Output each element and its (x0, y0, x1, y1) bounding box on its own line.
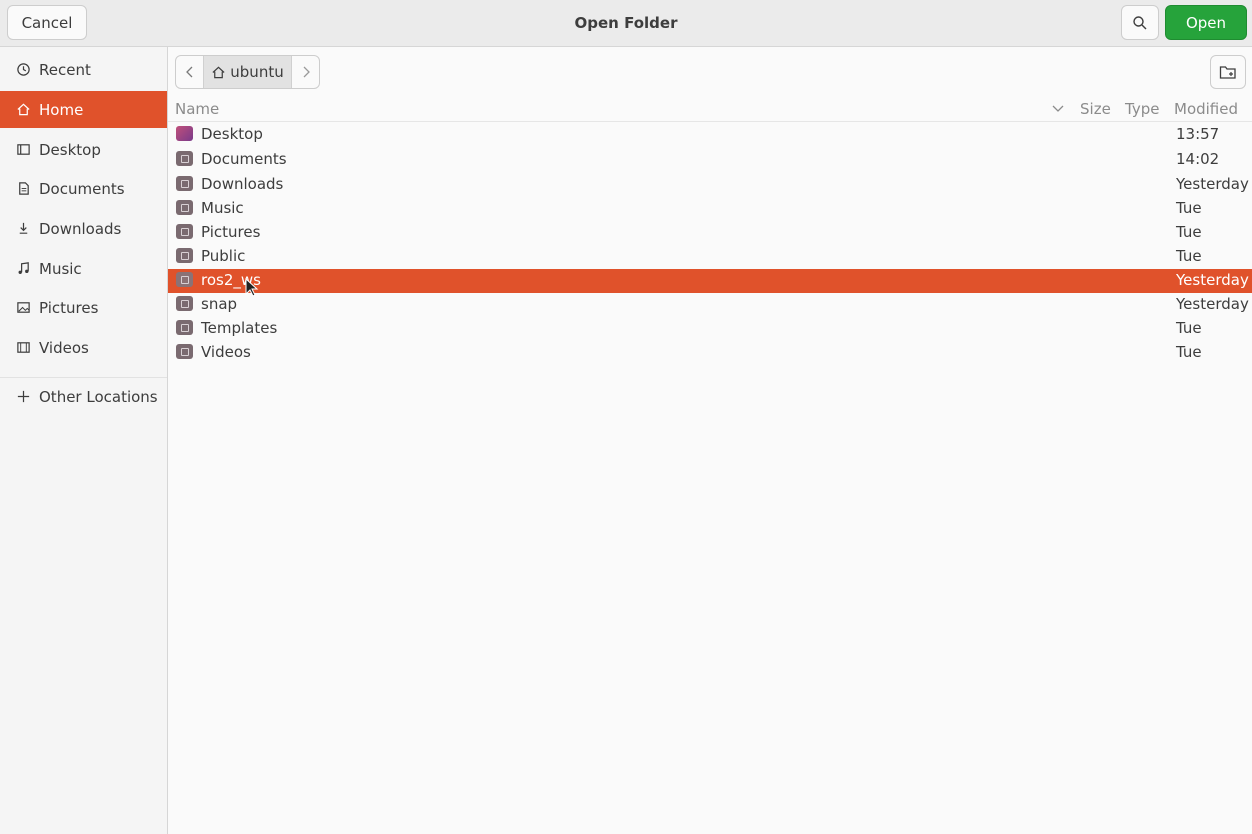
new-folder-button[interactable] (1210, 55, 1246, 89)
file-modified: 14:02 (1176, 150, 1220, 168)
chevron-left-icon (185, 66, 192, 78)
sidebar-item-downloads[interactable]: Downloads (0, 210, 167, 247)
file-name: snap (201, 295, 238, 313)
file-row-downloads[interactable]: Downloads Yesterday (168, 173, 1252, 197)
folder-downloads-icon (176, 176, 193, 191)
header-bar: Cancel Open Folder Open (0, 0, 1252, 47)
folder-icon (176, 272, 193, 287)
file-row-pictures[interactable]: Pictures Tue (168, 221, 1252, 245)
file-name: Templates (201, 319, 278, 337)
file-modified: Tue (1176, 199, 1202, 217)
sidebar-item-home[interactable]: Home (0, 91, 167, 128)
folder-desktop-icon (176, 126, 193, 141)
file-name: Documents (201, 150, 287, 168)
sidebar-item-label: Videos (39, 338, 89, 357)
sidebar: Recent Home Desktop Documents Downloads … (0, 47, 168, 834)
folder-documents-icon (176, 151, 193, 166)
file-name: Videos (201, 343, 251, 361)
sidebar-item-label: Music (39, 259, 82, 278)
file-name: Downloads (201, 175, 284, 193)
file-modified: Yesterday (1176, 295, 1249, 313)
folder-videos-icon (176, 344, 193, 359)
file-modified: 13:57 (1176, 125, 1220, 143)
file-modified: Yesterday (1176, 271, 1249, 289)
file-row-videos[interactable]: Videos Tue (168, 341, 1252, 365)
sidebar-item-label: Home (39, 100, 84, 119)
sidebar-item-documents[interactable]: Documents (0, 170, 167, 207)
cancel-button[interactable]: Cancel (7, 5, 87, 40)
file-modified: Yesterday (1176, 175, 1249, 193)
folder-templates-icon (176, 320, 193, 335)
file-name: Music (201, 199, 244, 217)
music-icon (14, 260, 32, 278)
home-icon (14, 101, 32, 119)
file-row-templates[interactable]: Templates Tue (168, 317, 1252, 341)
file-row-documents[interactable]: Documents 14:02 (168, 148, 1252, 172)
desktop-icon (14, 141, 32, 159)
plus-icon (14, 388, 32, 406)
picture-icon (14, 299, 32, 317)
file-list-header: Name Size Type Modified (168, 97, 1252, 122)
sidebar-item-videos[interactable]: Videos (0, 329, 167, 366)
folder-music-icon (176, 200, 193, 215)
file-name: Pictures (201, 223, 261, 241)
download-icon (14, 220, 32, 238)
file-row-music[interactable]: Music Tue (168, 197, 1252, 221)
column-modified[interactable]: Modified (1174, 100, 1238, 118)
sidebar-item-desktop[interactable]: Desktop (0, 131, 167, 168)
folder-public-icon (176, 248, 193, 263)
new-folder-icon (1219, 66, 1236, 79)
clock-icon (14, 61, 32, 79)
file-name: Public (201, 247, 246, 265)
file-modified: Tue (1176, 319, 1202, 337)
sidebar-item-label: Downloads (39, 219, 122, 238)
path-forward-button[interactable] (292, 56, 319, 88)
home-icon (212, 66, 225, 78)
chevron-right-icon (303, 66, 310, 78)
sidebar-item-label: Pictures (39, 298, 99, 317)
sidebar-item-label: Recent (39, 60, 91, 79)
mouse-cursor-icon (245, 278, 259, 297)
sidebar-item-label: Other Locations (39, 387, 158, 406)
folder-icon (176, 296, 193, 311)
open-button[interactable]: Open (1165, 5, 1247, 40)
chevron-down-icon[interactable] (1052, 105, 1064, 113)
file-row-desktop[interactable]: Desktop 13:57 (168, 123, 1252, 147)
file-row-ros2-ws[interactable]: ros2_ws Yesterday (168, 269, 1252, 293)
file-modified: Tue (1176, 247, 1202, 265)
column-name[interactable]: Name (175, 100, 219, 118)
sidebar-item-recent[interactable]: Recent (0, 51, 167, 88)
sidebar-item-pictures[interactable]: Pictures (0, 289, 167, 326)
dialog-title: Open Folder (574, 14, 678, 32)
sidebar-item-label: Documents (39, 179, 125, 198)
path-bar: ubuntu (175, 55, 320, 89)
video-icon (14, 339, 32, 357)
dialog-title-wrap: Open Folder (0, 0, 1252, 46)
column-type[interactable]: Type (1125, 100, 1159, 118)
search-button[interactable] (1121, 5, 1159, 40)
file-row-snap[interactable]: snap Yesterday (168, 293, 1252, 317)
search-icon (1133, 15, 1147, 29)
path-home-button[interactable]: ubuntu (203, 56, 292, 88)
file-name: Desktop (201, 125, 263, 143)
file-modified: Tue (1176, 223, 1202, 241)
column-size[interactable]: Size (1080, 100, 1111, 118)
file-row-public[interactable]: Public Tue (168, 245, 1252, 269)
folder-pictures-icon (176, 224, 193, 239)
file-modified: Tue (1176, 343, 1202, 361)
sidebar-item-label: Desktop (39, 140, 101, 159)
path-home-label: ubuntu (230, 63, 284, 81)
sidebar-item-music[interactable]: Music (0, 250, 167, 287)
sidebar-item-other-locations[interactable]: Other Locations (0, 378, 167, 415)
document-icon (14, 180, 32, 198)
path-back-button[interactable] (176, 56, 203, 88)
